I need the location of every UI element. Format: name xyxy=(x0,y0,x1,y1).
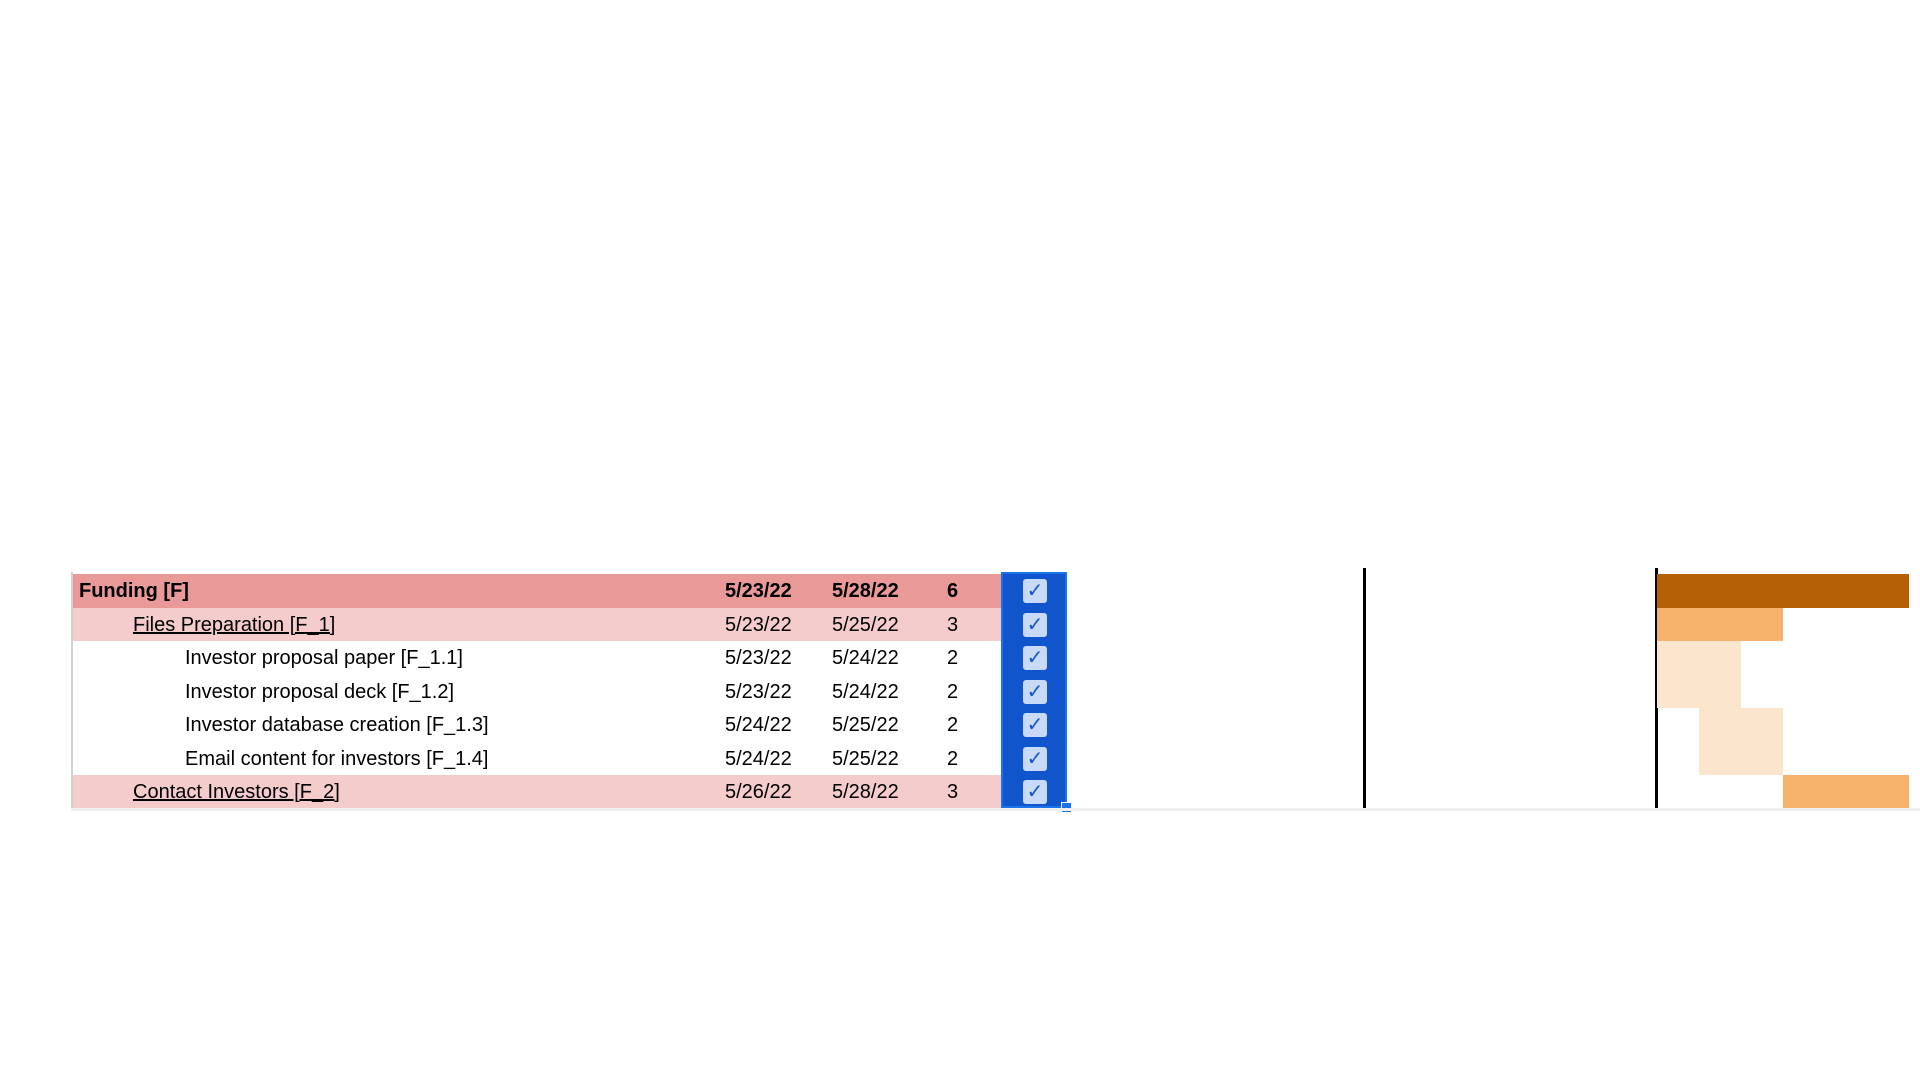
done-checkbox[interactable]: ✓ xyxy=(1023,612,1047,637)
start-date: 5/24/22 xyxy=(725,714,792,736)
task-name: Funding [F] xyxy=(79,580,189,602)
gantt-bar xyxy=(1699,708,1783,742)
gantt-bar xyxy=(1783,775,1909,809)
gantt-bar xyxy=(1657,607,1783,641)
duration: 2 xyxy=(947,680,959,703)
duration: 2 xyxy=(947,647,959,669)
start-date: 5/23/22 xyxy=(725,647,792,669)
end-date: 5/28/22 xyxy=(832,580,899,602)
sheet-bottom-border xyxy=(71,808,1920,811)
start-date: 5/23/22 xyxy=(725,580,792,602)
done-checkbox[interactable]: ✓ xyxy=(1023,579,1047,603)
gantt-bar xyxy=(1657,641,1741,675)
duration: 6 xyxy=(947,580,959,602)
end-date: 5/24/22 xyxy=(832,680,899,703)
duration: 3 xyxy=(947,613,959,636)
end-date: 5/28/22 xyxy=(832,781,899,803)
task-row[interactable]: Investor proposal deck [F_1.2] 5/23/22 5/2… xyxy=(73,674,1002,709)
gantt-bar xyxy=(1657,674,1741,708)
done-checkbox[interactable]: ✓ xyxy=(1023,646,1047,670)
duration: 2 xyxy=(947,714,959,736)
start-date: 5/23/22 xyxy=(725,613,792,636)
task-row[interactable]: Contact Investors [F_2] 5/26/22 5/28/22 3 xyxy=(73,775,1002,809)
duration: 2 xyxy=(947,747,959,770)
task-row[interactable]: Investor database creation [F_1.3] 5/24/2… xyxy=(73,708,1002,743)
task-row[interactable]: Investor proposal paper [F_1.1] 5/23/22 5/… xyxy=(73,641,1002,676)
start-date: 5/26/22 xyxy=(725,781,792,803)
end-date: 5/25/22 xyxy=(832,613,899,636)
end-date: 5/24/22 xyxy=(832,647,899,669)
start-date: 5/23/22 xyxy=(725,680,792,703)
timeline-divider xyxy=(1363,568,1366,808)
gantt-sheet: Funding [F] 5/23/22 5/28/22 6 Files Preparat… xyxy=(71,568,1920,813)
end-date: 5/25/22 xyxy=(832,714,899,736)
task-row[interactable]: Files Preparation [F_1] 5/23/22 5/25/22 3 xyxy=(73,607,1002,641)
done-checkbox[interactable]: ✓ xyxy=(1023,746,1047,771)
start-date: 5/24/22 xyxy=(725,747,792,770)
duration: 3 xyxy=(947,781,959,803)
done-checkbox[interactable]: ✓ xyxy=(1023,679,1047,704)
task-name: Files Preparation [F_1] xyxy=(133,613,336,636)
task-name: Investor proposal paper [F_1.1] xyxy=(185,647,463,669)
task-name: Investor proposal deck [F_1.2] xyxy=(185,680,455,703)
task-name: Email content for investors [F_1.4] xyxy=(185,747,489,770)
gantt-bar xyxy=(1657,574,1909,608)
task-row[interactable]: Funding [F] 5/23/22 5/28/22 6 xyxy=(73,574,1002,608)
task-row[interactable]: Email content for investors [F_1.4] 5/24/… xyxy=(73,741,1002,776)
gantt-bar xyxy=(1699,741,1783,775)
task-name: Investor database creation [F_1.3] xyxy=(185,714,489,736)
done-checkbox[interactable]: ✓ xyxy=(1023,713,1047,737)
done-checkbox[interactable]: ✓ xyxy=(1023,780,1047,804)
done-column-selection[interactable]: ✓ ✓ ✓ ✓ ✓ ✓ ✓ xyxy=(1001,572,1067,808)
end-date: 5/25/22 xyxy=(832,747,899,770)
task-name: Contact Investors [F_2] xyxy=(133,781,340,803)
